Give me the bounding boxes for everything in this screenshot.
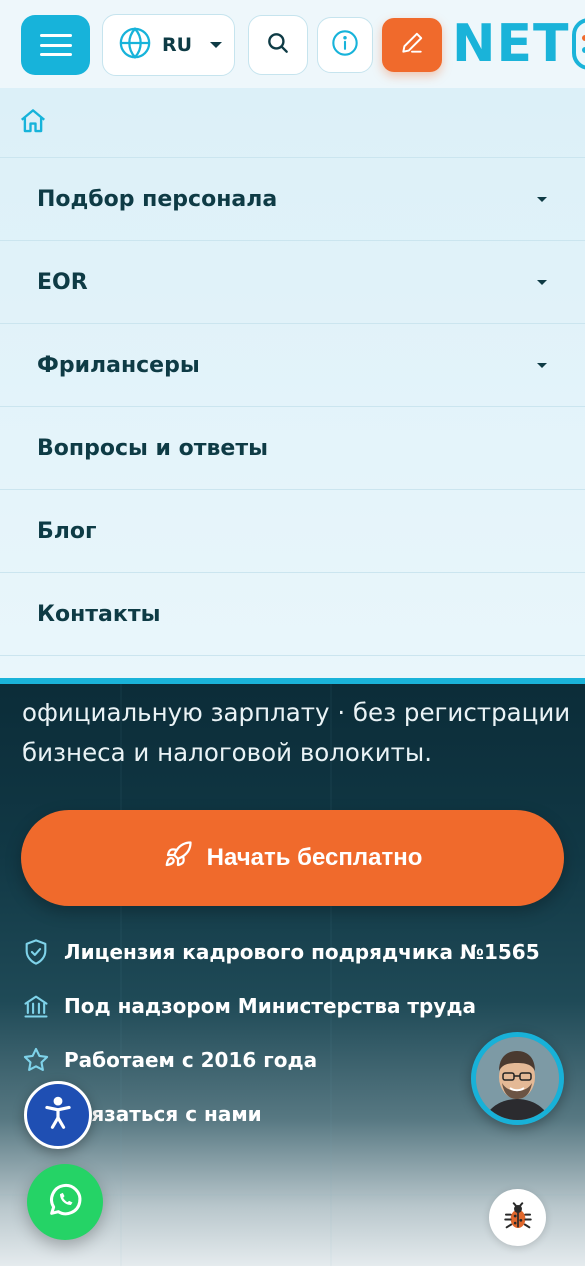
brand-logo[interactable]: NET	[452, 13, 585, 75]
menu-item-label: Подбор персонала	[37, 186, 278, 212]
whatsapp-button[interactable]	[27, 1164, 103, 1240]
feature-text: Лицензия кадрового подрядчика №1565	[64, 940, 540, 964]
menu-toggle-button[interactable]	[21, 15, 90, 75]
hero-accent-bar	[0, 678, 585, 684]
feature-license: Лицензия кадрового подрядчика №1565	[22, 935, 540, 969]
feature-since: Работаем с 2016 года	[22, 1043, 317, 1077]
rocket-icon	[163, 840, 193, 877]
feature-ministry: Под надзором Министерства труда	[22, 989, 476, 1023]
chevron-down-icon	[537, 362, 547, 368]
accessibility-icon	[39, 1094, 77, 1136]
menu-item-blog[interactable]: Блог	[0, 490, 585, 573]
top-header: RU NET	[0, 0, 585, 88]
feature-text: Связаться с нами	[64, 1102, 262, 1126]
navigation-menu: Подбор персонала EOR Фрилансеры Вопросы …	[0, 88, 585, 678]
menu-item-recruitment[interactable]: Подбор персонала	[0, 158, 585, 241]
feature-text: Работаем с 2016 года	[64, 1048, 318, 1072]
menu-item-label: Контакты	[37, 601, 161, 627]
hero-description: официальную зарплату · без регистрации б…	[22, 693, 572, 773]
bank-icon	[22, 992, 50, 1020]
info-icon	[331, 29, 359, 61]
search-icon	[265, 30, 291, 60]
support-agent-avatar[interactable]	[471, 1032, 564, 1125]
home-link[interactable]	[0, 88, 585, 158]
start-free-button[interactable]: Начать бесплатно	[21, 810, 564, 906]
hero-text-line-1: официальную зарплату · без регистрации	[22, 698, 571, 727]
bug-report-button[interactable]	[489, 1189, 546, 1246]
home-icon	[18, 106, 48, 140]
feature-text: Под надзором Министерства труда	[64, 994, 477, 1018]
globe-icon	[118, 26, 152, 64]
menu-item-faq[interactable]: Вопросы и ответы	[0, 407, 585, 490]
logo-mark-icon	[571, 18, 585, 70]
menu-item-label: Вопросы и ответы	[37, 435, 268, 461]
menu-item-label: Блог	[37, 518, 97, 544]
bug-icon	[501, 1199, 535, 1237]
menu-item-label: Фрилансеры	[37, 352, 200, 378]
menu-item-eor[interactable]: EOR	[0, 241, 585, 324]
menu-item-label: EOR	[37, 269, 88, 295]
menu-item-freelancers[interactable]: Фрилансеры	[0, 324, 585, 407]
menu-item-contacts[interactable]: Контакты	[0, 573, 585, 656]
hero-text-line-2: бизнеса и налоговой волокиты.	[22, 738, 433, 767]
accessibility-button[interactable]	[24, 1081, 92, 1149]
hamburger-icon	[39, 34, 72, 56]
language-selector[interactable]: RU	[102, 14, 235, 76]
shield-check-icon	[22, 938, 50, 966]
start-free-label: Начать бесплатно	[206, 844, 423, 871]
pencil-icon	[399, 30, 425, 60]
chevron-down-icon	[210, 42, 223, 48]
info-button[interactable]	[317, 17, 373, 73]
star-icon	[22, 1046, 50, 1074]
chevron-down-icon	[537, 196, 547, 202]
whatsapp-icon	[45, 1180, 85, 1224]
search-button[interactable]	[248, 15, 308, 75]
language-code: RU	[162, 34, 193, 56]
chevron-down-icon	[537, 279, 547, 285]
menu-bottom-spacer	[0, 656, 585, 677]
logo-text: NET	[452, 14, 570, 74]
edit-button[interactable]	[382, 18, 442, 72]
